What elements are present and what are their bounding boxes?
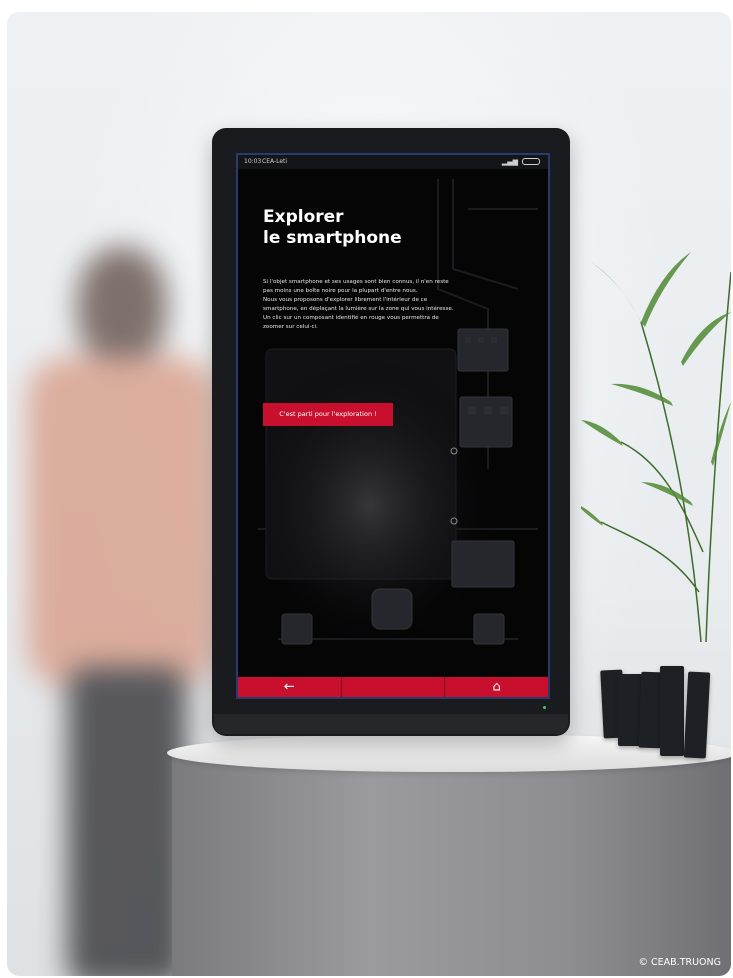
home-icon: ⌂ bbox=[492, 679, 501, 695]
person-legs bbox=[67, 667, 187, 976]
plant bbox=[581, 252, 731, 642]
person-head bbox=[77, 247, 167, 367]
power-led bbox=[543, 706, 546, 709]
kiosk-screen: 10:03 CEA-Leti ▂▄▆ Explorer le smartphon… bbox=[238, 155, 548, 697]
person-torso bbox=[27, 357, 217, 687]
pedestal bbox=[172, 750, 731, 976]
battery-icon bbox=[522, 158, 540, 165]
description-line: Nous vous proposons d'explorer librement… bbox=[263, 297, 428, 303]
status-time: 10:03 bbox=[244, 158, 262, 165]
page-title: Explorer le smartphone bbox=[263, 207, 402, 249]
bottom-nav: ← ⌂ bbox=[238, 677, 548, 697]
info-card bbox=[683, 671, 711, 759]
kiosk-base bbox=[214, 714, 568, 734]
info-cards bbox=[600, 662, 712, 762]
description-line: smartphone, en déplaçant la lumière sur … bbox=[263, 306, 454, 312]
back-button[interactable]: ← bbox=[238, 677, 342, 697]
signal-icon: ▂▄▆ bbox=[501, 158, 518, 166]
status-bar: 10:03 CEA-Leti ▂▄▆ bbox=[238, 155, 548, 169]
info-card bbox=[660, 666, 684, 756]
nav-center-button[interactable] bbox=[342, 677, 446, 697]
description-line: Un clic sur un composant identifié en ro… bbox=[263, 315, 439, 321]
start-exploration-button[interactable]: C'est parti pour l'exploration ! bbox=[263, 403, 393, 426]
arrow-left-icon: ← bbox=[283, 679, 295, 695]
photo-credit: © CEAB.TRUONG bbox=[638, 957, 722, 968]
status-carrier: CEA-Leti bbox=[262, 158, 288, 165]
description-line: Si l'objet smartphone et ses usages sont… bbox=[263, 279, 449, 285]
description-line: pas moins une boîte noire pour la plupar… bbox=[263, 288, 418, 294]
title-line: Explorer bbox=[263, 207, 344, 227]
description-line: zoomer sur celui-ci. bbox=[263, 324, 318, 330]
description: Si l'objet smartphone et ses usages sont… bbox=[263, 278, 513, 332]
title-line: le smartphone bbox=[263, 228, 402, 248]
home-button[interactable]: ⌂ bbox=[445, 677, 548, 697]
